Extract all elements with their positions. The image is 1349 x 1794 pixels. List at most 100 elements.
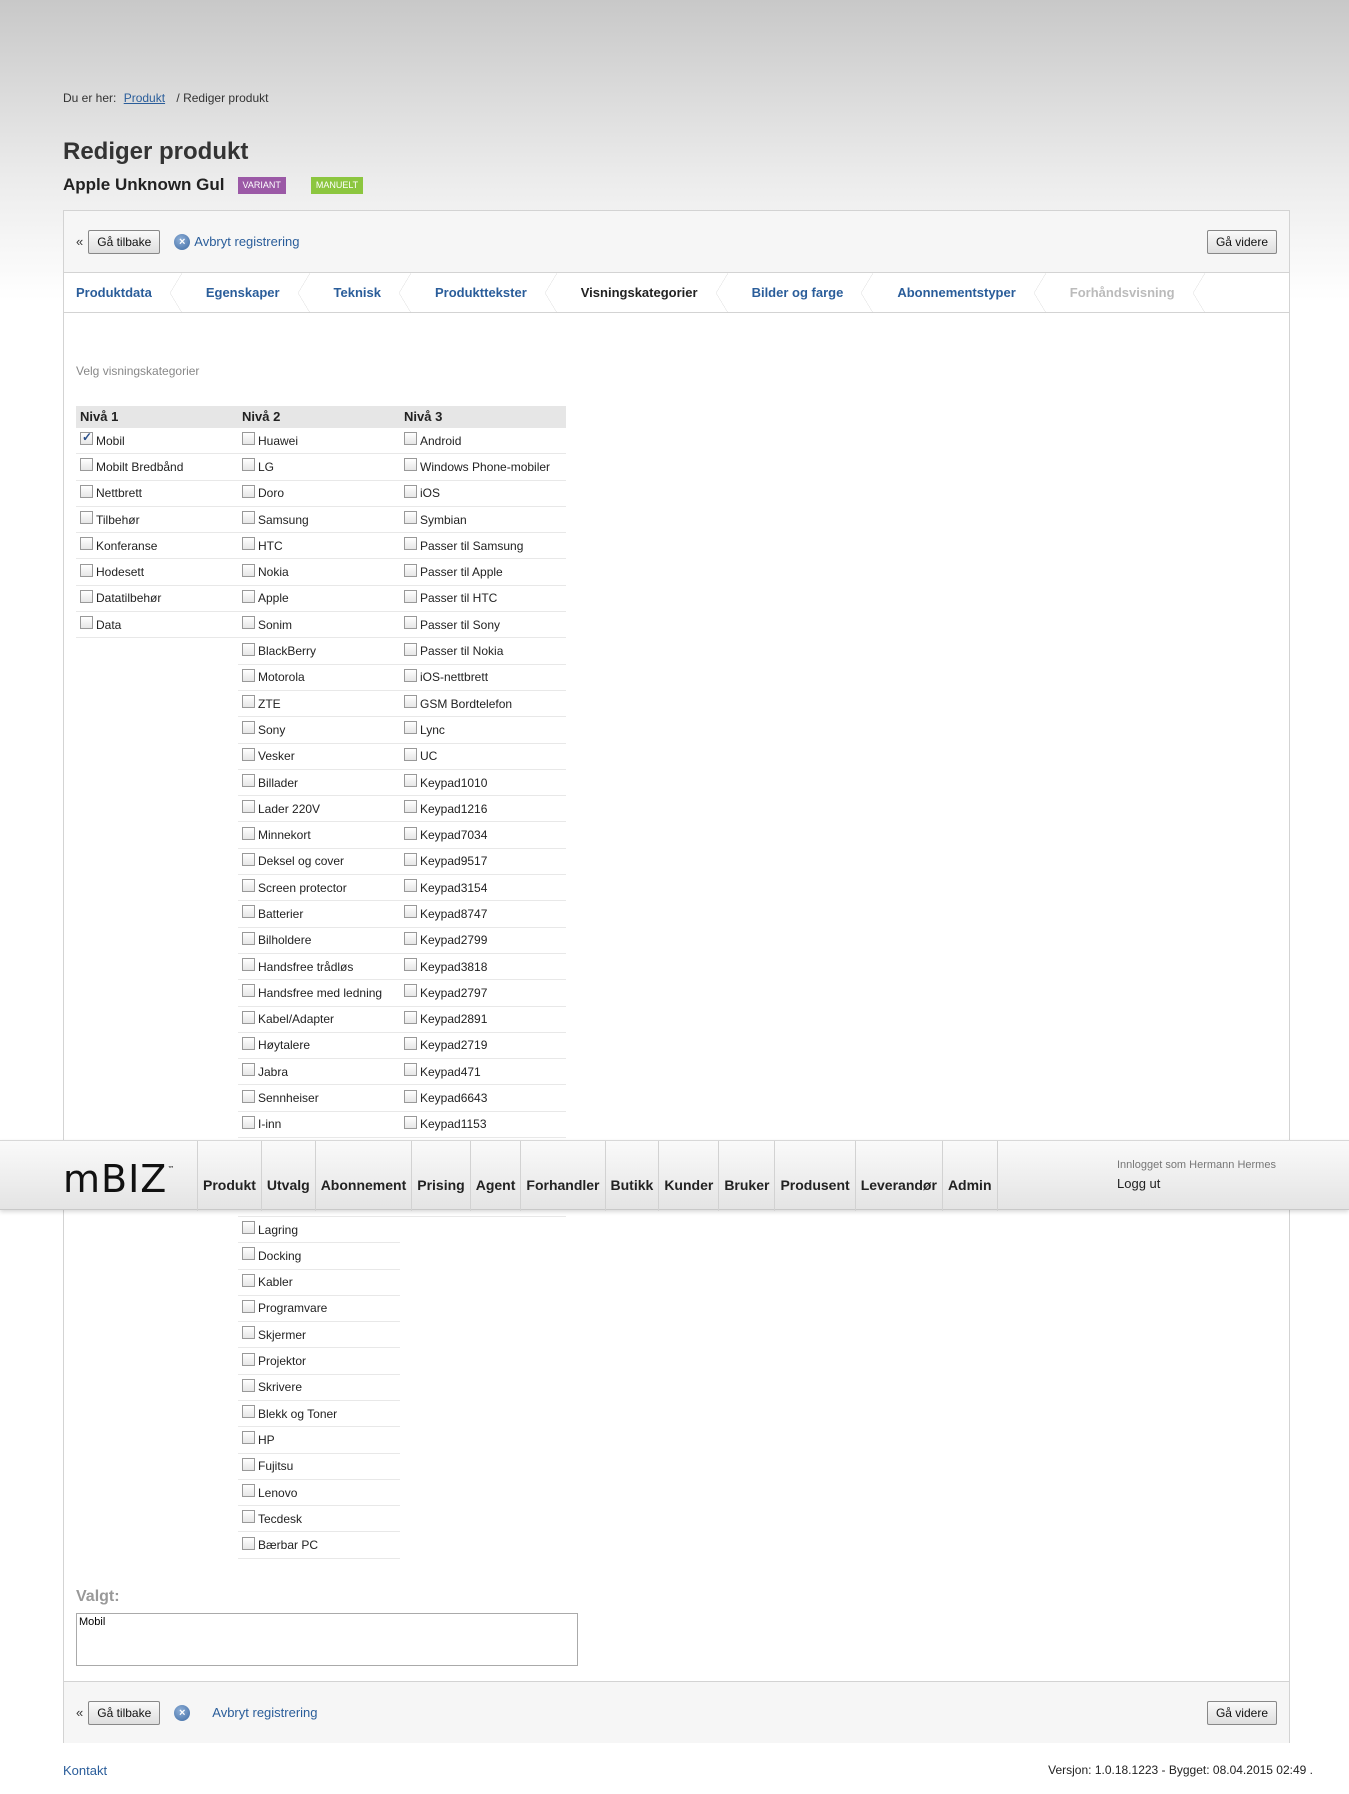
breadcrumb-link-produkt[interactable]: Produkt — [124, 91, 165, 105]
category-option[interactable]: I-inn — [238, 1112, 400, 1139]
category-option[interactable]: Docking — [238, 1243, 400, 1270]
category-option[interactable]: Batterier — [238, 901, 400, 928]
category-option[interactable]: Bærbar PC — [238, 1532, 400, 1559]
category-option[interactable]: Mobil — [76, 428, 238, 455]
category-option[interactable]: Vesker — [238, 744, 400, 770]
nav-item-produkt[interactable]: Produkt — [197, 1141, 261, 1211]
cancel-registration-link-bottom[interactable]: × Avbryt registrering — [174, 1704, 318, 1721]
category-option[interactable]: HTC — [238, 533, 400, 560]
tab-bilder-og-farge[interactable]: Bilder og farge — [728, 273, 874, 313]
category-checkbox[interactable] — [80, 484, 93, 498]
category-option[interactable]: Huawei — [238, 428, 400, 455]
category-checkbox[interactable] — [242, 984, 255, 998]
category-option[interactable]: Hodesett — [76, 559, 238, 586]
category-checkbox[interactable] — [242, 1510, 255, 1524]
category-option[interactable]: LG — [238, 454, 400, 481]
category-checkbox[interactable] — [404, 931, 417, 945]
category-checkbox[interactable] — [242, 642, 255, 656]
tab-produktdata[interactable]: Produktdata — [64, 273, 182, 313]
category-checkbox[interactable] — [242, 668, 255, 682]
category-checkbox[interactable] — [242, 511, 255, 525]
category-option[interactable]: Passer til HTC — [400, 586, 566, 613]
category-option[interactable]: Projektor — [238, 1348, 400, 1375]
category-option[interactable]: Billader — [238, 770, 400, 797]
category-checkbox[interactable] — [242, 826, 255, 840]
category-checkbox[interactable] — [242, 458, 255, 472]
category-checkbox[interactable] — [242, 721, 255, 735]
category-option[interactable]: Passer til Sony — [400, 612, 566, 639]
category-checkbox[interactable] — [242, 747, 255, 761]
category-checkbox[interactable] — [242, 1063, 255, 1077]
category-checkbox[interactable] — [242, 695, 255, 709]
category-option[interactable]: Skjermer — [238, 1322, 400, 1349]
nav-item-agent[interactable]: Agent — [469, 1141, 521, 1211]
category-option[interactable]: Passer til Nokia — [400, 638, 566, 665]
category-option[interactable]: Samsung — [238, 507, 400, 534]
category-checkbox[interactable] — [404, 879, 417, 893]
cancel-registration-link[interactable]: × Avbryt registrering — [174, 233, 300, 250]
category-checkbox[interactable] — [242, 1247, 255, 1261]
category-option[interactable]: Keypad1216 — [400, 796, 566, 823]
next-button-bottom[interactable]: Gå videre — [1206, 1700, 1277, 1725]
category-checkbox[interactable] — [404, 905, 417, 919]
category-option[interactable]: ZTE — [238, 691, 400, 718]
nav-item-kunder[interactable]: Kunder — [658, 1141, 718, 1211]
category-option[interactable]: Keypad9517 — [400, 849, 566, 876]
category-checkbox[interactable] — [242, 1273, 255, 1287]
category-checkbox[interactable] — [242, 1221, 255, 1235]
nav-item-utvalg[interactable]: Utvalg — [260, 1141, 315, 1211]
category-checkbox[interactable] — [404, 458, 417, 472]
category-checkbox[interactable] — [404, 747, 417, 761]
category-checkbox[interactable] — [80, 458, 93, 472]
nav-item-butikk[interactable]: Butikk — [604, 1141, 659, 1211]
category-checkbox[interactable] — [242, 879, 255, 893]
tab-abonnementstyper[interactable]: Abonnementstyper — [873, 273, 1047, 313]
category-option[interactable]: Sennheiser — [238, 1085, 400, 1112]
category-checkbox[interactable] — [242, 1484, 255, 1498]
category-checkbox[interactable] — [242, 484, 255, 498]
category-checkbox[interactable] — [242, 1299, 255, 1313]
tab-visningskategorier[interactable]: Visningskategorier — [557, 273, 728, 313]
category-option[interactable]: Konferanse — [76, 533, 238, 560]
category-checkbox[interactable] — [404, 563, 417, 577]
category-checkbox[interactable] — [242, 1326, 255, 1340]
category-option[interactable]: Datatilbehør — [76, 586, 238, 613]
category-option[interactable]: Fujitsu — [238, 1454, 400, 1480]
category-option[interactable]: Keypad2797 — [400, 980, 566, 1007]
category-option[interactable]: iOS — [400, 481, 566, 507]
category-checkbox[interactable] — [404, 695, 417, 709]
category-checkbox[interactable] — [404, 984, 417, 998]
category-checkbox[interactable] — [404, 537, 417, 551]
category-checkbox[interactable] — [404, 774, 417, 787]
category-option[interactable]: Keypad8747 — [400, 901, 566, 928]
category-option[interactable]: Passer til Apple — [400, 559, 566, 586]
category-checkbox[interactable] — [242, 1352, 255, 1366]
category-checkbox[interactable] — [404, 589, 417, 603]
category-checkbox[interactable] — [80, 589, 93, 603]
contact-link[interactable]: Kontakt — [63, 1763, 107, 1778]
category-checkbox[interactable] — [404, 721, 417, 735]
category-option[interactable]: Keypad7034 — [400, 822, 566, 849]
category-checkbox[interactable] — [242, 905, 255, 919]
category-option[interactable]: Keypad1010 — [400, 770, 566, 797]
category-checkbox[interactable] — [404, 511, 417, 525]
category-option[interactable]: Deksel og cover — [238, 849, 400, 876]
category-checkbox[interactable] — [242, 563, 255, 577]
category-checkbox[interactable] — [80, 616, 93, 630]
nav-item-admin[interactable]: Admin — [941, 1141, 998, 1211]
category-checkbox[interactable] — [242, 432, 255, 446]
next-button[interactable]: Gå videre — [1206, 229, 1277, 254]
category-checkbox[interactable] — [404, 616, 417, 630]
nav-item-forhandler[interactable]: Forhandler — [520, 1141, 604, 1211]
nav-item-leverand-r[interactable]: Leverandør — [854, 1141, 942, 1211]
category-checkbox[interactable] — [404, 642, 417, 656]
category-option[interactable]: Bilholdere — [238, 928, 400, 954]
category-option[interactable]: Minnekort — [238, 822, 400, 849]
category-checkbox[interactable] — [242, 537, 255, 551]
nav-item-produsent[interactable]: Produsent — [774, 1141, 854, 1211]
category-checkbox[interactable] — [242, 931, 255, 945]
category-checkbox[interactable] — [404, 1089, 417, 1103]
mbiz-logo[interactable]: mBIZ™ — [63, 1157, 175, 1201]
category-checkbox[interactable] — [404, 1036, 417, 1050]
category-option[interactable]: iOS-nettbrett — [400, 665, 566, 691]
